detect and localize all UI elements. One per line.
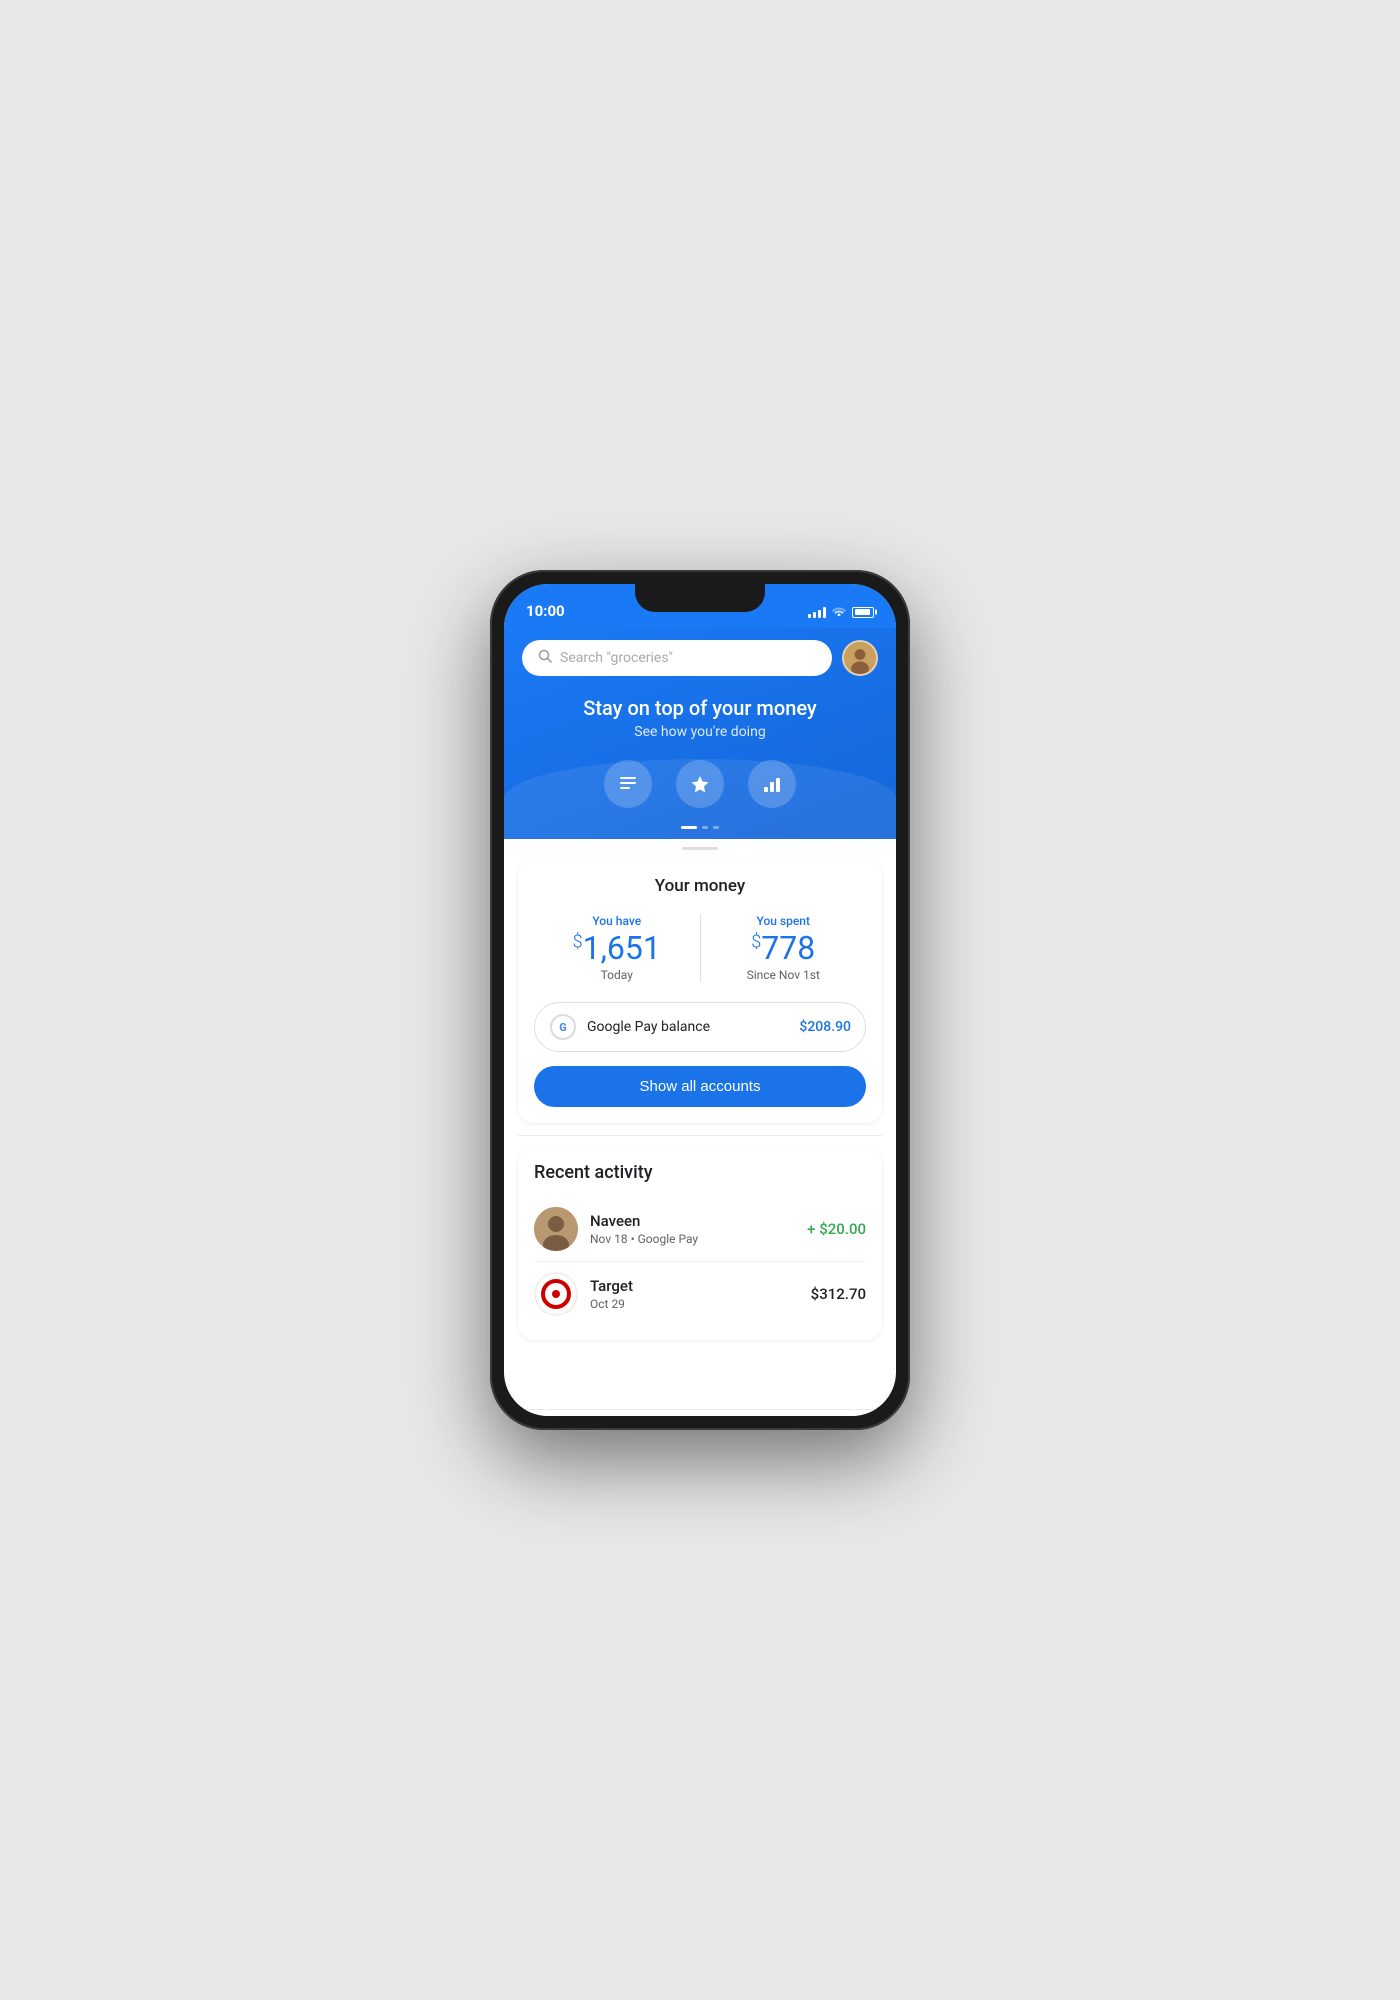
recent-activity-section: Recent activity Naveen Nov 18 • Google P…: [518, 1148, 882, 1340]
you-have-value: 1,651: [583, 929, 661, 967]
naveen-avatar: [534, 1207, 578, 1251]
phone-frame: 10:00: [490, 570, 910, 1430]
naveen-amount: + $20.00: [807, 1220, 866, 1238]
carousel-dots: [522, 826, 878, 839]
naveen-meta: Nov 18 • Google Pay: [590, 1232, 807, 1246]
section-divider: [518, 1135, 882, 1136]
user-avatar[interactable]: [842, 640, 878, 676]
gpay-g-letter: G: [559, 1021, 567, 1034]
recent-activity-title: Recent activity: [534, 1162, 866, 1183]
you-have-sublabel: Today: [542, 968, 692, 982]
you-spent-label: You spent: [709, 914, 859, 928]
you-have-amount: $1,651: [542, 932, 692, 964]
carousel-dot-2: [702, 826, 708, 829]
activity-item-target[interactable]: Target Oct 29 $312.70: [534, 1262, 866, 1326]
show-accounts-label: Show all accounts: [640, 1078, 761, 1095]
search-row: Search "groceries": [522, 640, 878, 676]
balance-label: Google Pay balance: [587, 1019, 710, 1035]
status-icons: [808, 604, 874, 622]
insights-button[interactable]: [748, 760, 796, 808]
naveen-info: Naveen Nov 18 • Google Pay: [590, 1212, 807, 1246]
header-section: Search "groceries" Stay on top of your m…: [504, 628, 896, 839]
search-icon: [538, 649, 552, 667]
you-spent-dollar: $: [751, 931, 761, 952]
target-amount: $312.70: [811, 1285, 866, 1303]
transactions-button[interactable]: [604, 760, 652, 808]
carousel-dot-1: [681, 826, 697, 829]
search-bar[interactable]: Search "groceries": [522, 640, 832, 676]
balance-amount: $208.90: [799, 1019, 851, 1035]
target-inner-dot: [552, 1290, 560, 1298]
main-content[interactable]: Your money You have $1,651 Today You spe…: [504, 839, 896, 1409]
you-have-dollar: $: [573, 931, 583, 952]
activity-item-naveen[interactable]: Naveen Nov 18 • Google Pay + $20.00: [534, 1197, 866, 1262]
signal-icon: [808, 606, 826, 618]
you-spent-value: 778: [761, 929, 815, 967]
show-accounts-button[interactable]: Show all accounts: [534, 1066, 866, 1107]
money-title: Your money: [534, 876, 866, 896]
target-outer-ring: [541, 1279, 571, 1309]
carousel-dot-3: [713, 826, 719, 829]
hero-subtitle: See how you're doing: [522, 724, 878, 740]
target-logo: [534, 1272, 578, 1316]
rewards-button[interactable]: [676, 760, 724, 808]
target-meta: Oct 29: [590, 1297, 811, 1311]
target-info: Target Oct 29: [590, 1277, 811, 1311]
naveen-name: Naveen: [590, 1212, 807, 1230]
notch: [635, 584, 765, 612]
balance-row[interactable]: G Google Pay balance $208.90: [534, 1002, 866, 1052]
battery-icon: [852, 607, 874, 618]
you-have-label: You have: [542, 914, 692, 928]
balance-left: G Google Pay balance: [549, 1013, 710, 1041]
wifi-icon: [831, 604, 847, 620]
phone-screen: 10:00: [504, 584, 896, 1416]
you-spent-stat: You spent $778 Since Nov 1st: [701, 910, 867, 986]
hero-text: Stay on top of your money See how you're…: [522, 692, 878, 752]
you-spent-sublabel: Since Nov 1st: [709, 968, 859, 982]
gpay-icon: G: [549, 1013, 577, 1041]
pull-indicator: [504, 839, 896, 852]
you-have-stat: You have $1,651 Today: [534, 910, 700, 986]
target-name: Target: [590, 1277, 811, 1295]
money-stats: You have $1,651 Today You spent $778 Sin…: [534, 910, 866, 986]
you-spent-amount: $778: [709, 932, 859, 964]
money-card: Your money You have $1,651 Today You spe…: [518, 860, 882, 1123]
status-time: 10:00: [526, 602, 565, 622]
action-icons-row: [522, 752, 878, 826]
hero-title: Stay on top of your money: [522, 696, 878, 720]
bottom-nav: $ Insights: [504, 1409, 896, 1416]
search-placeholder-text: Search "groceries": [560, 650, 673, 666]
